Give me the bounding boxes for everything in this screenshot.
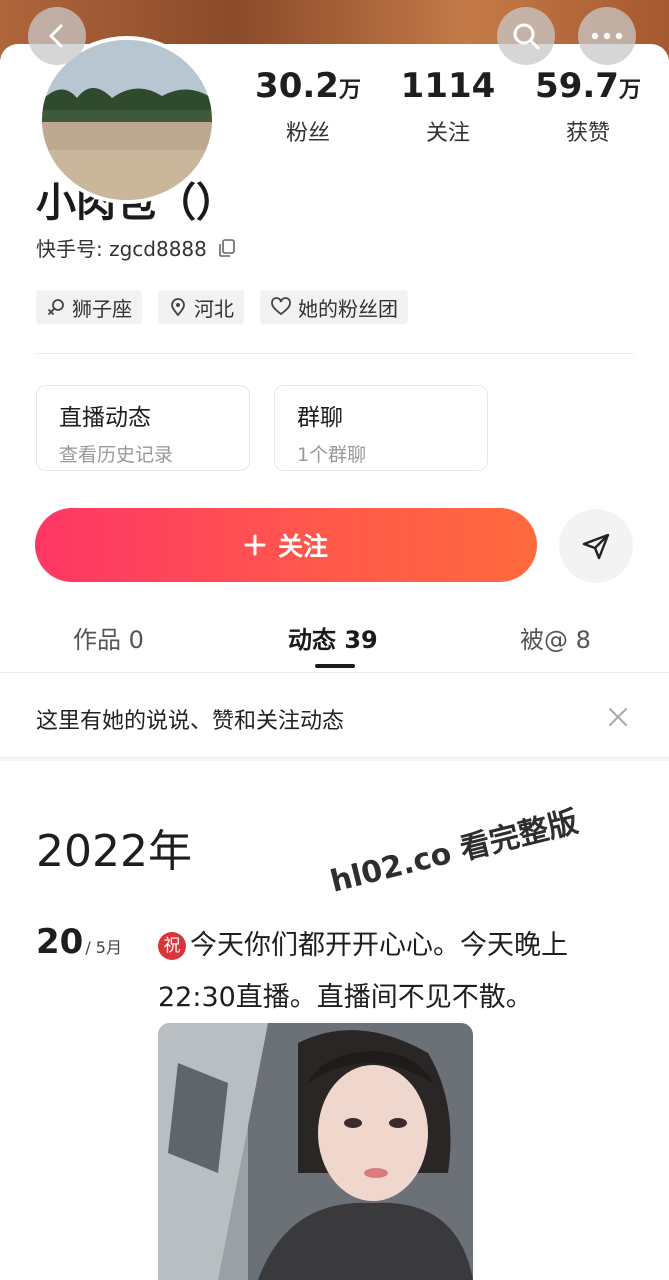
tag-zodiac[interactable]: 狮子座 <box>36 290 142 324</box>
location-pin-icon <box>171 298 185 317</box>
search-icon <box>513 23 540 50</box>
stat-fans[interactable]: 30.2万 粉丝 <box>241 66 376 146</box>
profile-id-row: 快手号: zgcd8888 <box>36 233 237 262</box>
stat-label: 粉丝 <box>285 121 330 146</box>
tag-fan-club[interactable]: 她的粉丝团 <box>260 290 408 324</box>
tag-location[interactable]: 河北 <box>158 290 244 324</box>
heart-icon <box>271 297 291 316</box>
search-button[interactable] <box>497 7 555 65</box>
follow-button[interactable]: 关注 <box>35 508 537 582</box>
stat-label: 获赞 <box>565 121 610 146</box>
post-day: 20 <box>36 922 84 962</box>
more-button[interactable] <box>578 7 636 65</box>
active-tab-indicator <box>315 664 355 668</box>
send-icon <box>582 533 610 560</box>
stat-number: 1114 <box>400 66 496 106</box>
stat-label: 关注 <box>425 121 470 146</box>
box-subtitle: 查看历史记录 <box>59 444 174 466</box>
chevron-left-icon <box>49 24 63 48</box>
feature-boxes: 直播动态 查看历史记录 群聊 1个群聊 <box>36 385 488 471</box>
live-history-box[interactable]: 直播动态 查看历史记录 <box>36 385 250 471</box>
tag-label: 她的粉丝团 <box>298 296 398 321</box>
copy-icon[interactable] <box>217 238 237 258</box>
box-title: 直播动态 <box>59 405 151 431</box>
tab-moments[interactable]: 动态 39 <box>288 620 378 655</box>
profile-tags: 狮子座 河北 她的粉丝团 <box>36 290 408 324</box>
profile-tabs: 作品 0 动态 39 被@ 8 <box>0 612 669 670</box>
share-button[interactable] <box>559 509 633 583</box>
celebrate-badge-icon: 祝 <box>158 932 186 960</box>
stat-number: 59.7万 <box>535 66 641 106</box>
close-icon[interactable] <box>606 705 630 729</box>
notice-text: 这里有她的说说、赞和关注动态 <box>36 709 345 734</box>
tab-mentions[interactable]: 被@ 8 <box>520 620 591 655</box>
post-body: 今天你们都开开心心。今天晚上22:30直播。直播间不见不散。 <box>158 930 568 1013</box>
plus-icon <box>244 534 266 556</box>
post-date: 20/ 5月 <box>36 922 122 962</box>
box-title: 群聊 <box>297 405 343 431</box>
tag-label: 狮子座 <box>72 296 132 321</box>
tab-works[interactable]: 作品 0 <box>73 620 144 655</box>
year-heading: 2022年 <box>36 826 192 877</box>
post-image[interactable] <box>158 1023 473 1280</box>
post-text[interactable]: 祝今天你们都开开心心。今天晚上22:30直播。直播间不见不散。 <box>158 920 628 1024</box>
stat-likes[interactable]: 59.7万 获赞 <box>521 66 656 146</box>
profile-id: 快手号: zgcd8888 <box>36 237 207 261</box>
box-subtitle: 1个群聊 <box>297 444 367 466</box>
more-horizontal-icon <box>591 32 623 40</box>
section-separator <box>0 758 669 761</box>
tag-label: 河北 <box>194 296 234 321</box>
post-month: / 5月 <box>85 938 122 957</box>
group-chat-box[interactable]: 群聊 1个群聊 <box>274 385 488 471</box>
back-button[interactable] <box>28 7 86 65</box>
stat-following[interactable]: 1114 关注 <box>381 66 516 146</box>
divider <box>36 353 634 354</box>
follow-label: 关注 <box>277 532 328 561</box>
notice-bar: 这里有她的说说、赞和关注动态 <box>0 672 669 758</box>
stat-number: 30.2万 <box>255 66 361 106</box>
zodiac-icon <box>48 299 64 315</box>
stats-row: 30.2万 粉丝 1114 关注 59.7万 获赞 <box>238 66 658 146</box>
